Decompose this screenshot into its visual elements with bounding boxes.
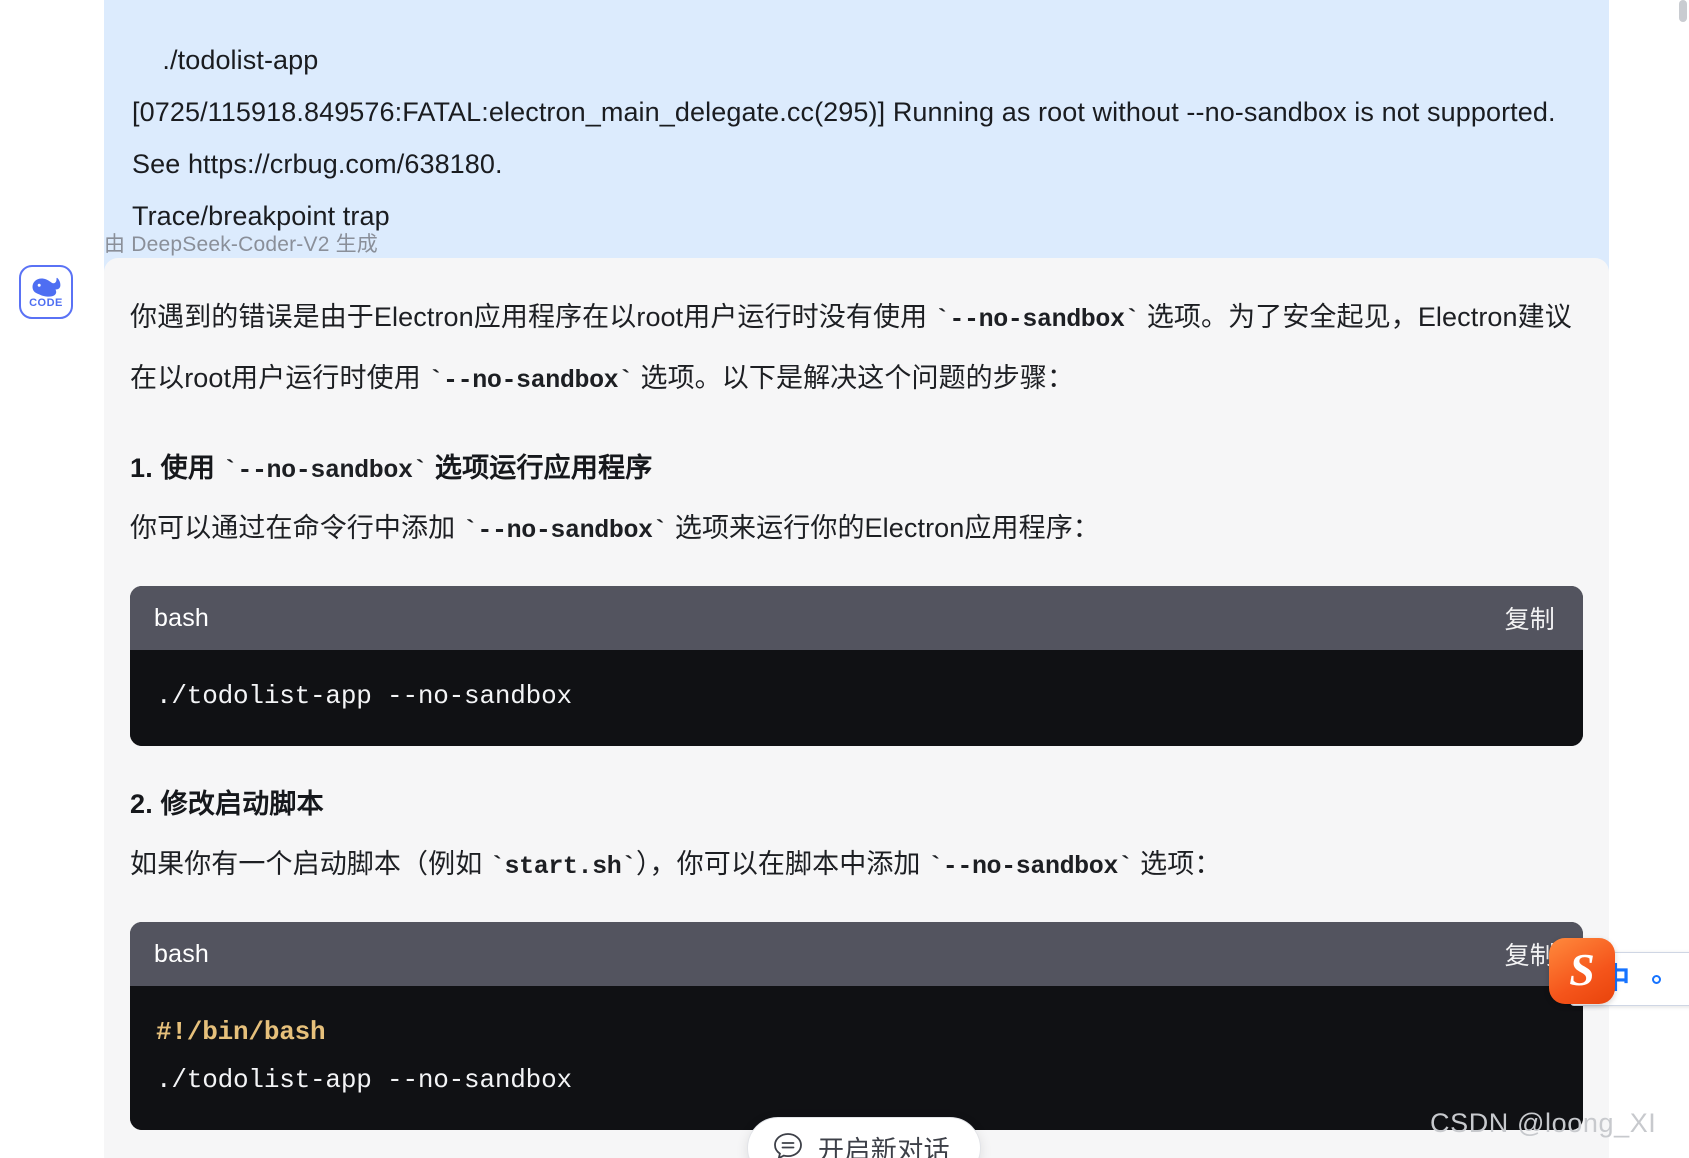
code-block-1-content: ./todolist-app --no-sandbox	[156, 681, 572, 711]
code-block-2-body[interactable]: #!/bin/bash ./todolist-app --no-sandbox	[130, 986, 1583, 1130]
code-block-2-language: bash	[154, 939, 210, 968]
code-block-1-header: bash 复制	[130, 586, 1583, 650]
deepseek-whale-icon	[29, 275, 63, 297]
chat-bubble-icon	[772, 1130, 804, 1158]
inline-code-no-sandbox-3: `--no-sandbox`	[462, 516, 668, 545]
inline-code-start-sh: `start.sh`	[489, 852, 636, 881]
sogou-logo-icon[interactable]: S	[1549, 938, 1615, 1004]
step-1-paragraph: 你可以通过在命令行中添加 `--no-sandbox` 选项来运行你的Elect…	[130, 499, 1583, 560]
inline-code-no-sandbox-4: `--no-sandbox`	[928, 852, 1133, 881]
ime-punctuation-icon[interactable]	[1652, 974, 1662, 984]
step-1-text-b: 选项来运行你的Electron应用程序：	[667, 513, 1100, 543]
assistant-answer-card: 你遇到的错误是由于Electron应用程序在以root用户运行时没有使用 `--…	[104, 258, 1609, 1158]
code-block-1-body[interactable]: ./todolist-app --no-sandbox	[130, 650, 1583, 746]
step-1-heading-text-b: 选项运行应用程序	[427, 453, 653, 483]
answer-intro-text-3: 选项。以下是解决这个问题的步骤：	[632, 363, 1075, 393]
inline-code-no-sandbox-1: `--no-sandbox`	[934, 305, 1140, 334]
step-1-text-a: 你可以通过在命令行中添加	[130, 513, 463, 543]
page-scrollbar-thumb[interactable]	[1679, 0, 1687, 22]
new-chat-button[interactable]: 开启新对话	[747, 1117, 982, 1158]
answer-intro-text-1: 你遇到的错误是由于Electron应用程序在以root用户运行时没有使用	[130, 302, 935, 332]
code-block-2-copy-button[interactable]: 复制	[1505, 936, 1555, 972]
step-2-text-c: 选项：	[1132, 849, 1222, 879]
model-attribution-label: 由 DeepSeek-Coder-V2 生成	[104, 233, 379, 256]
new-chat-button-label: 开启新对话	[818, 1134, 951, 1158]
code-block-2: bash 复制 #!/bin/bash ./todolist-app --no-…	[130, 922, 1583, 1130]
csdn-watermark: CSDN @loong_XI	[1430, 1108, 1657, 1138]
step-1-heading-text-a: 1. 使用	[130, 453, 223, 483]
step-1-heading: 1. 使用 `--no-sandbox` 选项运行应用程序	[130, 446, 1583, 485]
code-block-2-header: bash 复制	[130, 922, 1583, 986]
answer-intro-paragraph: 你遇到的错误是由于Electron应用程序在以root用户运行时没有使用 `--…	[130, 288, 1583, 410]
step-2-paragraph: 如果你有一个启动脚本（例如 `start.sh`），你可以在脚本中添加 `--n…	[130, 835, 1583, 896]
sogou-logo-letter: S	[1569, 943, 1595, 995]
code-block-2-content: ./todolist-app --no-sandbox	[156, 1065, 572, 1095]
chat-conversation-root: ./todolist-app [0725/115918.849576:FATAL…	[0, 0, 1689, 1158]
code-block-1: bash 复制 ./todolist-app --no-sandbox	[130, 586, 1583, 746]
code-block-1-copy-button[interactable]: 复制	[1505, 600, 1555, 636]
inline-code-no-sandbox-2: `--no-sandbox`	[428, 366, 633, 395]
assistant-avatar: CODE	[19, 265, 73, 319]
step-2-heading: 2. 修改启动脚本	[130, 789, 324, 819]
inline-code-no-sandbox-heading: `--no-sandbox`	[222, 456, 428, 485]
code-block-2-shebang: #!/bin/bash	[156, 1017, 326, 1047]
user-message-text: ./todolist-app [0725/115918.849576:FATAL…	[132, 45, 1556, 231]
code-block-1-language: bash	[154, 603, 210, 632]
step-2-text-a: 如果你有一个启动脚本（例如	[130, 849, 490, 879]
avatar-code-label: CODE	[29, 297, 63, 309]
step-2-text-b: ），你可以在脚本中添加	[635, 849, 929, 879]
